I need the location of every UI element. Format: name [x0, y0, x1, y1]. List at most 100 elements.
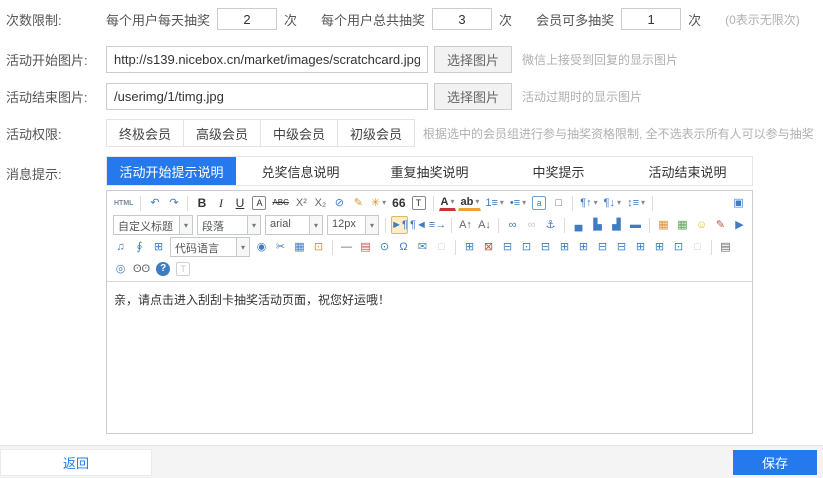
paragraph-spacing-top-button[interactable]: ¶↑▾ — [578, 194, 599, 212]
message-tab-5[interactable]: 活动结束说明 — [623, 157, 752, 185]
redo-button[interactable]: ↷ — [165, 194, 182, 212]
toolbar-separator — [385, 218, 386, 233]
html-source-button[interactable]: HTML — [112, 194, 135, 212]
help-button[interactable]: ? — [156, 262, 170, 276]
end-image-pick-button[interactable]: 选择图片 — [434, 83, 512, 110]
ordered-list-button[interactable]: 1≡▾ — [483, 194, 506, 212]
font-color-button[interactable]: A▾ — [439, 196, 457, 211]
undo-button[interactable]: ↶ — [146, 194, 163, 212]
paragraph-spacing-bottom-button[interactable]: ¶↓▾ — [602, 194, 623, 212]
delete-col-button[interactable]: ⊟ — [613, 238, 630, 256]
font-size-down-button[interactable]: A↓ — [476, 216, 493, 234]
per-day-draw-input[interactable] — [217, 8, 277, 30]
split-cells-button[interactable]: ⊡ — [670, 238, 687, 256]
insert-image-button[interactable]: ▦ — [655, 216, 672, 234]
message-tab-2[interactable]: 兑奖信息说明 — [236, 157, 365, 185]
split-to-rows-button[interactable]: ⊞ — [632, 238, 649, 256]
back-button[interactable]: 返回 — [0, 449, 152, 476]
indent-button[interactable]: ≡→ — [429, 216, 446, 234]
permission-option-2[interactable]: 高级会员 — [183, 119, 261, 147]
editor-content[interactable]: 亲，请点击进入刮刮卡抽奖活动页面，祝您好运哦！ — [107, 282, 752, 433]
screenshot-button[interactable]: ✂ — [272, 238, 289, 256]
insert-map-button[interactable]: ◉ — [253, 238, 270, 256]
insert-row-button[interactable]: ⊞ — [556, 238, 573, 256]
preview-zoom-button[interactable]: ◎ — [112, 260, 129, 278]
image-float-right-button[interactable]: ▟ — [608, 216, 625, 234]
italic-button[interactable]: I — [212, 194, 229, 212]
baidu-app-button[interactable]: ⊡ — [310, 238, 327, 256]
unordered-list-button[interactable]: •≡▾ — [508, 194, 528, 212]
permission-option-4[interactable]: 初级会员 — [337, 119, 415, 147]
direction-rtl-button[interactable]: ¶◄ — [410, 216, 427, 234]
insert-date-button[interactable]: ▤ — [357, 238, 374, 256]
scrawl-button[interactable]: ✎ — [712, 216, 729, 234]
image-inline-button[interactable]: ▄ — [570, 216, 587, 234]
paragraph-format-select[interactable]: 段落▾ — [197, 215, 261, 235]
link-button[interactable]: ∞ — [504, 216, 521, 234]
start-image-input[interactable] — [106, 46, 428, 73]
emotion-button[interactable]: ☺ — [693, 216, 710, 234]
insert-music-button[interactable]: ♫ — [112, 238, 129, 256]
paste-as-text-button[interactable]: T — [412, 196, 426, 210]
underline-button[interactable]: U — [231, 194, 248, 212]
local-doc-button[interactable]: □ — [433, 238, 450, 256]
delete-table-button[interactable]: ⊠ — [480, 238, 497, 256]
start-image-pick-button[interactable]: 选择图片 — [434, 46, 512, 73]
paste-button[interactable]: T — [176, 262, 190, 276]
anchor-button[interactable]: ⚓ — [542, 216, 559, 234]
image-center-button[interactable]: ▬ — [627, 216, 644, 234]
merge-cells-button[interactable]: ⊟ — [537, 238, 554, 256]
member-extra-draw-input[interactable] — [621, 8, 681, 30]
permission-option-3[interactable]: 中级会员 — [260, 119, 338, 147]
table-caption-button[interactable]: ⊟ — [499, 238, 516, 256]
horizontal-rule-button[interactable]: — — [338, 238, 355, 256]
select-all-button[interactable]: a — [532, 196, 546, 210]
search-replace-button[interactable]: ʘʘ — [131, 260, 152, 278]
background-color-button[interactable]: ab▾ — [458, 196, 481, 211]
subscript-button[interactable]: X₂ — [312, 194, 329, 212]
message-tab-1[interactable]: 活动开始提示说明 — [107, 157, 236, 185]
attachment-button[interactable]: ∮ — [131, 238, 148, 256]
font-family-select[interactable]: arial▾ — [265, 215, 323, 235]
total-draw-input[interactable] — [432, 8, 492, 30]
doc-template-button[interactable]: □ — [689, 238, 706, 256]
insert-video-button[interactable]: ▶ — [731, 216, 748, 234]
insert-table-button[interactable]: ⊞ — [461, 238, 478, 256]
image-float-left-button[interactable]: ▙ — [589, 216, 606, 234]
message-tab-3[interactable]: 重复抽奖说明 — [365, 157, 494, 185]
unlink-button[interactable]: ∞ — [523, 216, 540, 234]
font-size-up-button[interactable]: A↑ — [457, 216, 474, 234]
format-painter-button[interactable]: ✎ — [350, 194, 367, 212]
special-chars-button[interactable]: Ω — [395, 238, 412, 256]
line-height-button[interactable]: ↕≡▾ — [625, 194, 647, 212]
blockquote-button[interactable]: 66 — [390, 194, 407, 212]
preview-button[interactable]: ▣ — [730, 194, 747, 212]
superscript-button[interactable]: X² — [293, 194, 310, 212]
end-image-input[interactable] — [106, 83, 428, 110]
direction-ltr-button[interactable]: ►¶ — [391, 216, 408, 234]
end-image-label: 活动结束图片: — [6, 87, 106, 106]
save-button[interactable]: 保存 — [733, 450, 817, 475]
permission-options: 终极会员高级会员中级会员初级会员 — [106, 119, 415, 147]
code-language-select[interactable]: 代码语言▾ — [170, 237, 250, 257]
insert-frame-button[interactable]: ⊞ — [150, 238, 167, 256]
font-border-button[interactable]: A — [252, 196, 266, 210]
remove-format-button[interactable]: ⊘ — [331, 194, 348, 212]
insert-col-button[interactable]: ⊞ — [575, 238, 592, 256]
split-to-cols-button[interactable]: ⊞ — [651, 238, 668, 256]
strikethrough-button[interactable]: ABC — [270, 194, 290, 212]
auto-typeset-button[interactable]: ✳▾ — [369, 194, 388, 212]
clear-doc-button[interactable]: □ — [550, 194, 567, 212]
online-image-button[interactable]: ▦ — [674, 216, 691, 234]
permission-option-1[interactable]: 终极会员 — [106, 119, 184, 147]
font-size-select[interactable]: 12px▾ — [327, 215, 379, 235]
print-button[interactable]: ▤ — [717, 238, 734, 256]
table-title-button[interactable]: ⊡ — [518, 238, 535, 256]
spreadsheet-button[interactable]: ▦ — [291, 238, 308, 256]
bold-button[interactable]: B — [193, 194, 210, 212]
custom-title-select[interactable]: 自定义标题▾ — [113, 215, 193, 235]
insert-time-button[interactable]: ⊙ — [376, 238, 393, 256]
insert-message-button[interactable]: ✉ — [414, 238, 431, 256]
delete-row-button[interactable]: ⊟ — [594, 238, 611, 256]
message-tab-4[interactable]: 中奖提示 — [494, 157, 623, 185]
